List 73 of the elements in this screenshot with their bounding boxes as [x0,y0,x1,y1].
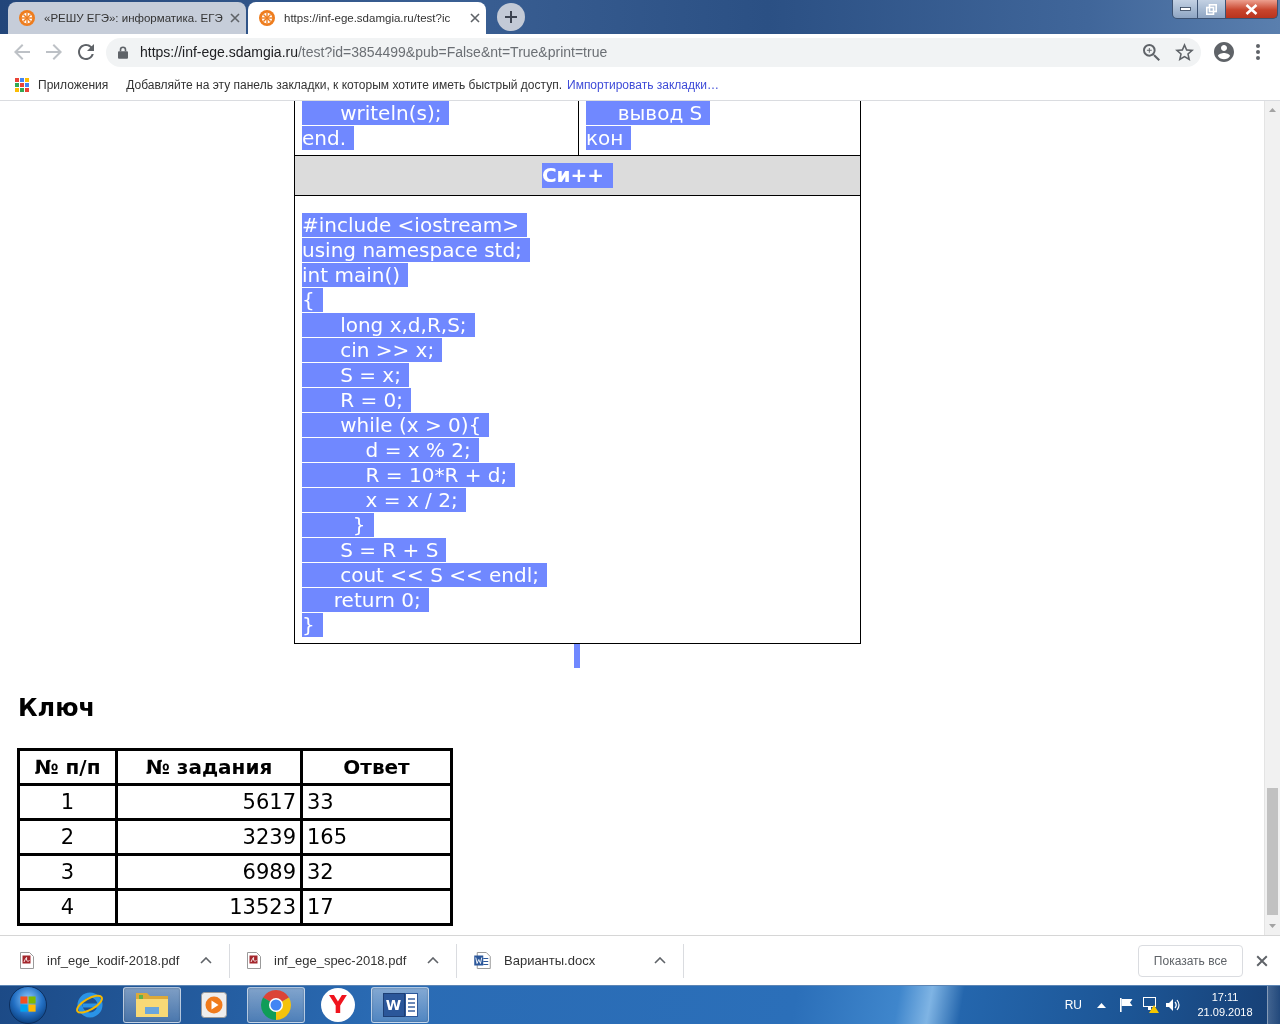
table-cell: 3239 [116,819,302,855]
reload-icon[interactable] [78,44,94,60]
bookmarks-hint: Добавляйте на эту панель закладки, к которым хотите иметь быстрый доступ. [126,78,562,92]
download-filename[interactable]: inf_ege_spec-2018.pdf [274,953,407,968]
new-tab-button[interactable] [497,3,525,31]
table-cell: 32 [301,854,452,890]
account-icon[interactable] [1214,42,1234,62]
browser-tab[interactable]: «РЕШУ ЕГЭ»: информатика. ЕГЭ [8,2,246,34]
word-document-icon [474,952,491,969]
table-cell: 33 [301,784,452,820]
folder-icon [135,992,169,1018]
clock-date[interactable]: 21.09.2018 [1197,1005,1253,1020]
orbit-logo-icon [75,990,105,1020]
table-cell: 1 [18,784,117,820]
section-title: Си++ [541,163,614,188]
zoom-in-icon[interactable] [1143,43,1160,61]
minimize-icon [1179,7,1191,11]
download-filename[interactable]: inf_ege_kodif-2018.pdf [47,953,180,968]
caret-up-icon[interactable] [427,957,439,964]
table-cell: 17 [301,889,452,925]
section-heading: Ключ [18,693,95,723]
caret-up-icon[interactable] [1097,1002,1106,1008]
pdf-document-icon [247,952,261,969]
language-indicator[interactable]: RU [1064,998,1082,1012]
table-cell: 13523 [116,889,302,925]
show-desktop-button[interactable] [1267,986,1280,1024]
close-icon[interactable] [1256,954,1268,967]
table-cell: 4 [18,889,117,925]
taskbar-button[interactable] [247,987,305,1023]
plus-icon [505,11,517,23]
scrollbar[interactable] [1264,101,1280,935]
close-icon[interactable] [230,13,240,23]
star-icon[interactable] [1175,43,1194,61]
column-header: № п/п [18,749,117,785]
network-warning-icon[interactable] [1143,997,1159,1013]
taskbar-button[interactable]: W [371,987,429,1023]
document-icon [404,993,418,1017]
wheel-icon [19,10,35,26]
flag-icon[interactable] [1119,998,1133,1012]
table-cell: 6989 [116,854,302,890]
close-icon[interactable] [470,13,480,23]
caret-up-icon[interactable] [654,957,666,964]
restore-button[interactable] [1198,0,1226,19]
lock-icon [118,45,128,59]
download-filename[interactable]: Варианты.docx [504,953,596,968]
caret-up-icon[interactable] [200,957,212,964]
close-icon [1245,3,1258,15]
column-header: Ответ [301,749,452,785]
apps-icon [15,78,29,92]
show-all-button[interactable]: Показать все [1138,944,1243,977]
apps-button[interactable]: Приложения [15,78,109,92]
table-cell: 5617 [116,784,302,820]
close-button[interactable] [1226,0,1278,19]
import-bookmarks-link[interactable]: Импортировать закладки… [567,78,719,92]
pdf-document-icon [20,952,34,969]
restore-icon [1206,3,1217,15]
wheel-icon [259,10,275,26]
speaker-icon[interactable] [1166,998,1180,1012]
menu-icon[interactable] [1256,44,1260,60]
scrollbar-thumb[interactable] [1267,788,1278,915]
taskbar-button[interactable] [123,987,181,1023]
column-header: № задания [116,749,302,785]
browser-tab[interactable]: https://inf-ege.sdamgia.ru/test?ic [248,2,486,34]
minimize-button[interactable] [1172,0,1198,19]
table-cell: 3 [18,854,117,890]
clock-time[interactable]: 17:11 [1211,990,1239,1005]
play-icon [201,992,227,1018]
table-cell: 165 [301,819,452,855]
browser-logo-icon [261,990,291,1020]
url-field[interactable]: https://inf-ege.sdamgia.ru/test?id=3854499&pub=False&nt=True&print=true [140,44,608,60]
table-cell: 2 [18,819,117,855]
start-button[interactable] [8,986,48,1024]
address-bar[interactable]: https://inf-ege.sdamgia.ru/test?id=3854499&pub=False&nt=True&print=true [106,37,1201,67]
